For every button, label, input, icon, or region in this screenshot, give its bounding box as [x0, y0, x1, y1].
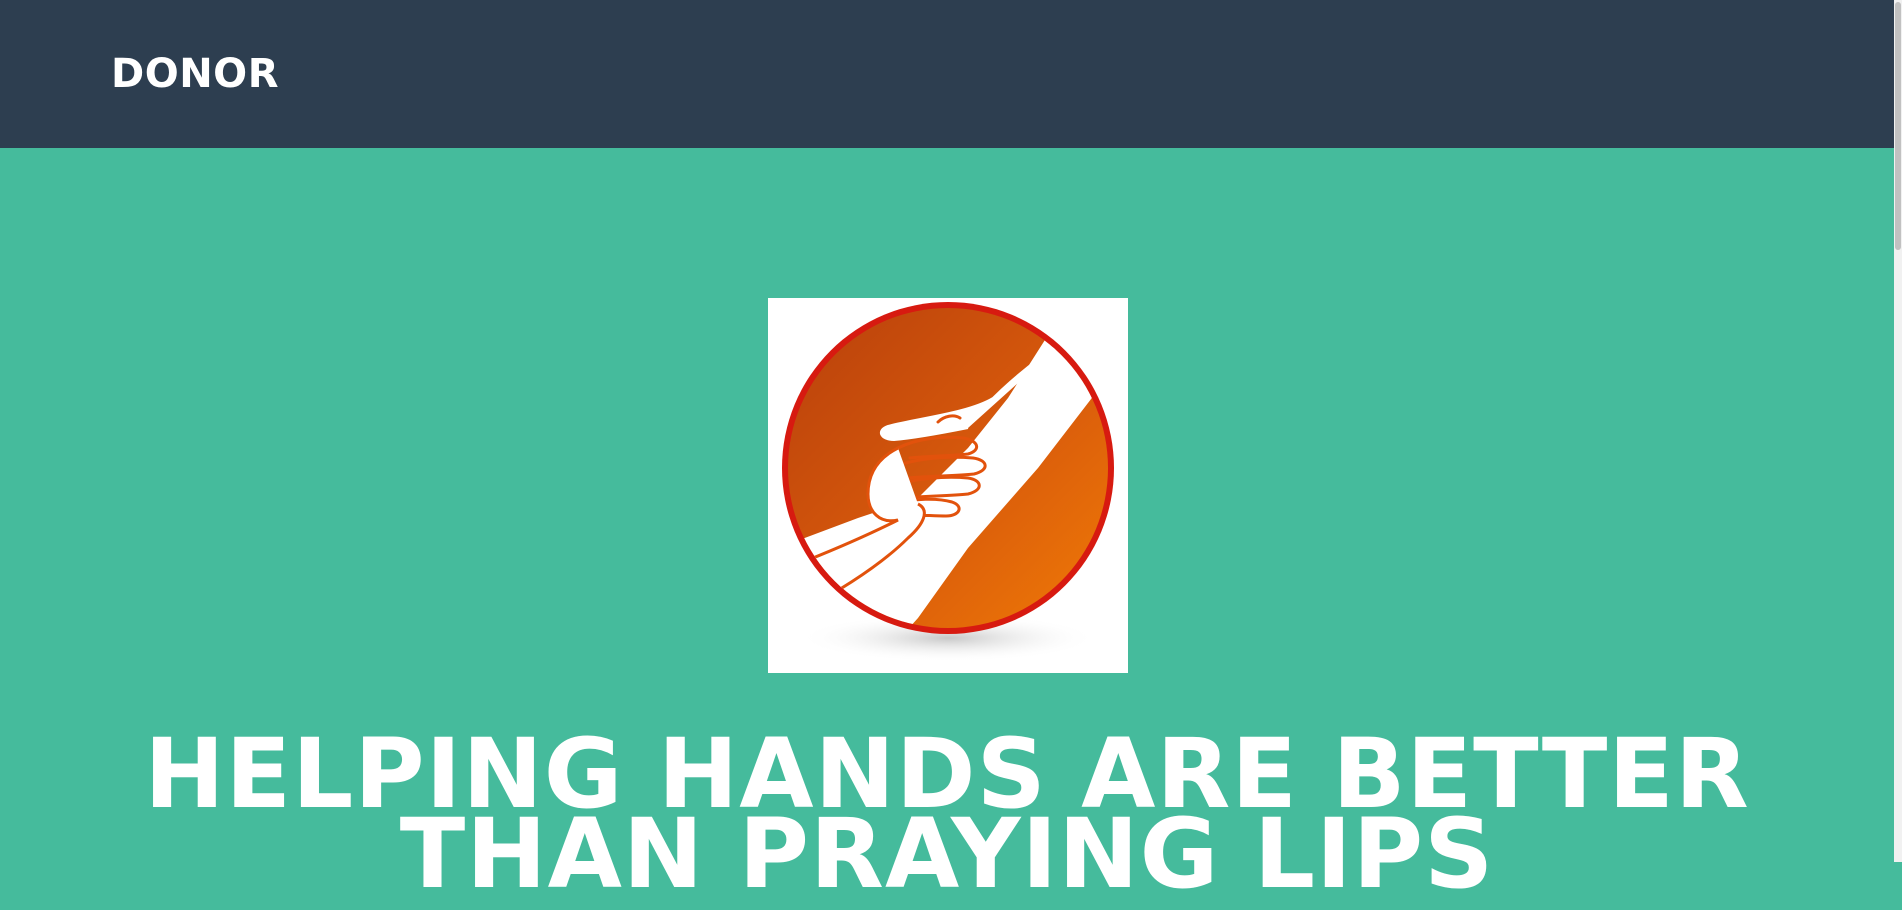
helping-hands-logo-icon — [782, 302, 1114, 662]
top-navbar: DONOR — [0, 0, 1894, 148]
scrollbar-thumb[interactable] — [1895, 2, 1901, 250]
page-scrollbar[interactable] — [1894, 0, 1902, 862]
helping-hands-logo-image — [768, 298, 1128, 673]
brand-logo-link[interactable]: DONOR — [111, 46, 279, 102]
hero-headline-line-2: THAN PRAYING LIPS — [399, 798, 1495, 910]
hero-headline: HELPING HANDS ARE BETTER THAN PRAYING LI… — [0, 726, 1894, 902]
